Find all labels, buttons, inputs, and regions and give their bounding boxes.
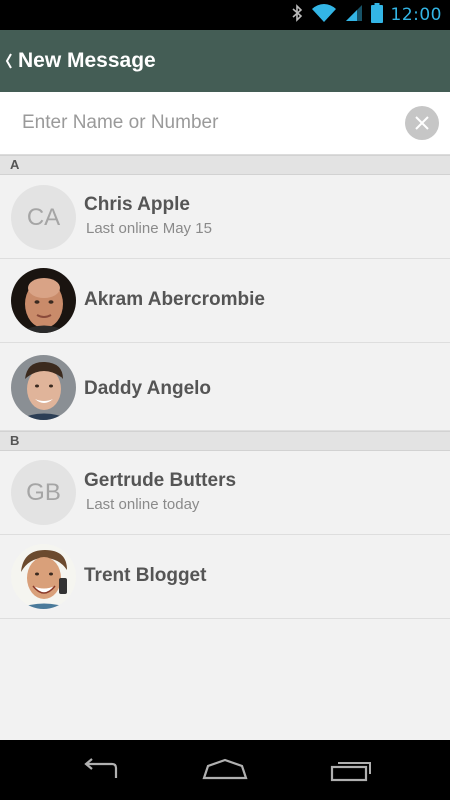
bluetooth-icon	[291, 3, 303, 27]
contact-list: A CA Chris Apple Last online May 15 Akra…	[0, 155, 450, 740]
navigation-bar	[0, 740, 450, 800]
last-online-text: Last online May 15	[86, 220, 212, 237]
avatar	[11, 355, 76, 420]
last-online-text: Last online today	[86, 496, 200, 513]
recent-apps-icon[interactable]	[322, 750, 382, 790]
signal-icon	[345, 4, 363, 27]
recipient-input[interactable]	[22, 108, 382, 138]
battery-icon	[370, 2, 383, 28]
contact-row[interactable]: CA Chris Apple Last online May 15	[0, 175, 450, 259]
contact-name: Gertrude Butters	[84, 470, 237, 491]
avatar	[11, 544, 76, 609]
recipient-search-row	[0, 92, 450, 155]
clock: 12:00	[390, 5, 442, 25]
home-nav-icon[interactable]	[195, 750, 255, 790]
page-title[interactable]: New Message	[18, 49, 156, 73]
avatar: CA	[11, 185, 76, 250]
status-icons: 12:00	[291, 0, 443, 30]
back-nav-icon[interactable]	[70, 750, 130, 790]
wifi-icon	[311, 3, 337, 28]
contact-name: Trent Blogget	[84, 565, 207, 586]
contact-name: Chris Apple	[84, 194, 190, 215]
contact-row[interactable]: GB Gertrude Butters Last online today	[0, 451, 450, 535]
avatar: GB	[11, 460, 76, 525]
contact-row[interactable]: Daddy Angelo	[0, 343, 450, 431]
chevron-left-icon[interactable]	[0, 30, 18, 92]
contact-name: Daddy Angelo	[84, 378, 212, 399]
contact-row[interactable]: Akram Abercrombie	[0, 259, 450, 343]
contact-name: Akram Abercrombie	[84, 289, 265, 310]
avatar-initials: CA	[26, 203, 61, 231]
avatar	[11, 268, 76, 333]
avatar-initials: GB	[26, 478, 61, 506]
contact-row[interactable]: Trent Blogget	[0, 535, 450, 619]
section-header-a: A	[0, 155, 450, 175]
status-bar: 12:00	[0, 0, 450, 30]
section-header-b: B	[0, 431, 450, 451]
action-bar: New Message	[0, 30, 450, 92]
close-icon[interactable]	[405, 106, 439, 140]
